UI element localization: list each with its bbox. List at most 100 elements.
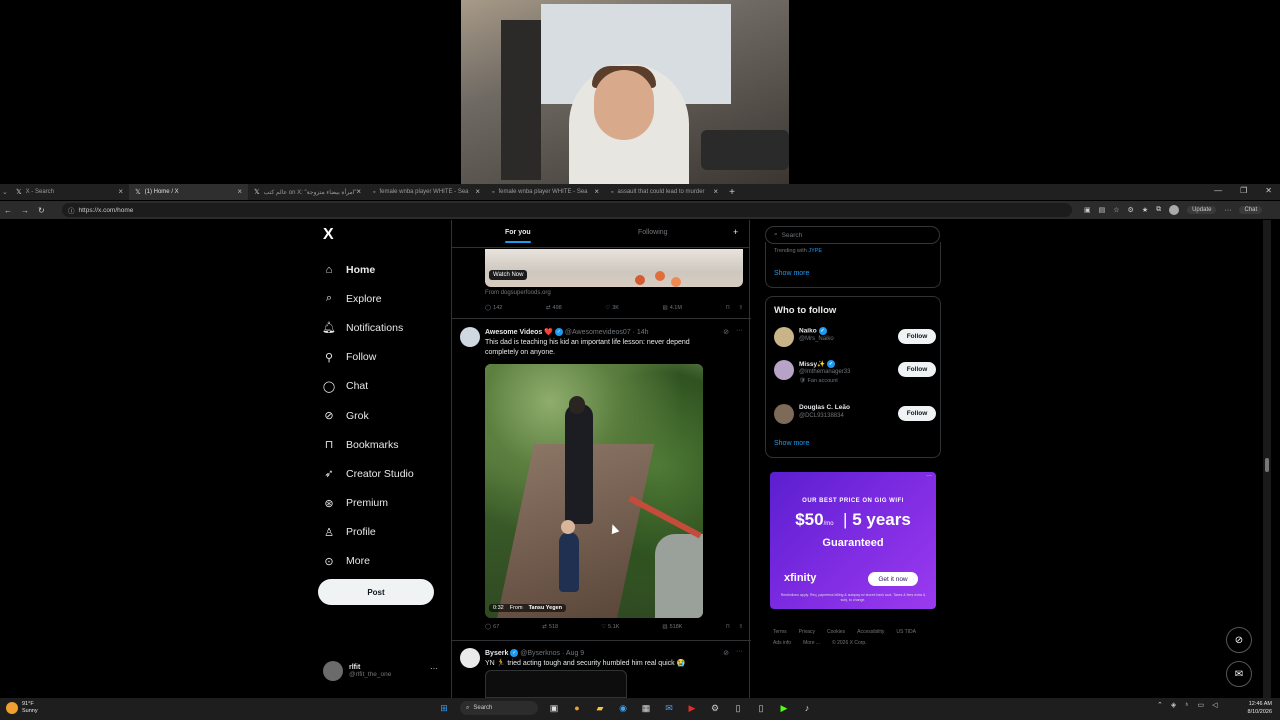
kick-app-icon[interactable]: ▶ (777, 701, 791, 715)
add-feed-icon[interactable]: + (733, 227, 738, 237)
tweet-author-name[interactable]: Byserk (485, 650, 508, 657)
ad-more-icon[interactable]: ··· (926, 473, 932, 479)
avatar[interactable] (774, 327, 794, 347)
nav-premium[interactable]: ⊛ Premium (322, 489, 414, 518)
footer-link[interactable]: Cookies (827, 627, 845, 638)
reload-icon[interactable]: ↻ (38, 206, 45, 215)
reading-icon[interactable]: ▤ (1099, 206, 1106, 214)
account-switcher[interactable]: rlfit @rlfit_the_one ··· (323, 661, 438, 681)
follow-button[interactable]: Follow (898, 329, 936, 344)
get-it-now-button[interactable]: Get it now (868, 572, 918, 586)
tweet-media[interactable] (485, 670, 627, 698)
bookmark-icon[interactable]: ⊓ (726, 305, 730, 311)
video-app-icon[interactable]: ▶ (685, 701, 699, 715)
menu-dots-icon[interactable]: ··· (1224, 207, 1231, 214)
taskbar-clock[interactable]: 12:46 AM 8/10/2026 (1234, 700, 1272, 716)
forward-icon[interactable]: → (21, 206, 29, 215)
tweet-handle-time[interactable]: @Byserknos · Aug 9 (520, 650, 584, 657)
tweet-video[interactable]: 0:32 From Tansu Yegen (485, 364, 703, 618)
restore-icon[interactable]: ❐ (1240, 186, 1247, 195)
footer-link[interactable]: US TIDA (896, 627, 916, 638)
more-dots-icon[interactable]: ··· (736, 648, 743, 655)
site-info-icon[interactable]: ⓘ (68, 205, 75, 215)
grok-explain-icon[interactable]: ⊘ (723, 328, 729, 336)
footer-link[interactable]: More ... (803, 638, 820, 649)
video-author[interactable]: Tansu Yegen (529, 605, 562, 611)
nav-bookmarks[interactable]: ⊓ Bookmarks (322, 430, 414, 459)
footer-link[interactable]: Privacy (799, 627, 815, 638)
close-tab-icon[interactable]: × (713, 187, 718, 196)
promo-media[interactable] (485, 249, 743, 287)
scrollbar-thumb[interactable] (1265, 458, 1269, 472)
avatar[interactable] (774, 404, 794, 424)
tab-following[interactable]: Following (638, 229, 668, 236)
x-logo-icon[interactable]: X (323, 226, 334, 244)
close-window-icon[interactable]: ✕ (1265, 186, 1272, 195)
reply-button[interactable]: ◯ 142 (485, 305, 502, 311)
favorites-icon[interactable]: ★ (1142, 206, 1148, 214)
like-button[interactable]: ♡ 3K (605, 305, 619, 311)
tiktok-icon[interactable]: ♪ (800, 701, 814, 715)
network-icon[interactable]: ▭ (1198, 701, 1205, 709)
volume-icon[interactable]: ◁ (1212, 701, 1217, 709)
tray-chevron-icon[interactable]: ⌃ (1157, 701, 1163, 709)
browser-tab[interactable]: 𝕏 X - Search × (10, 184, 129, 200)
tab-list-chevron-icon[interactable]: ⌄ (0, 188, 10, 196)
footer-link[interactable]: Accessibility (857, 627, 884, 638)
tab-for-you[interactable]: For you (505, 229, 531, 243)
show-more-link[interactable]: Show more (774, 270, 809, 277)
split-screen-icon[interactable]: ▣ (1084, 206, 1091, 214)
follow-suggestion[interactable]: Missy✨ ✓ @Imthemanager33 🛡 Fan account F… (774, 360, 936, 384)
file-explorer-icon[interactable]: ▰ (593, 701, 607, 715)
microphone-icon[interactable]: ♁ (1184, 701, 1189, 709)
copilot-chat-button[interactable]: Chat (1239, 206, 1263, 214)
app-icon[interactable]: ● (570, 701, 584, 715)
url-field[interactable]: ⓘ https://x.com/home (62, 203, 1072, 217)
nav-creator-studio[interactable]: ➶ Creator Studio (322, 459, 413, 488)
show-more-link[interactable]: Show more (774, 440, 809, 447)
settings-icon[interactable]: ⚙ (708, 701, 722, 715)
close-tab-icon[interactable]: × (356, 187, 361, 196)
windows-start-icon[interactable]: ⊞ (437, 701, 451, 715)
grok-float-icon[interactable]: ⊘ (1226, 627, 1252, 653)
trending-tag[interactable]: JYPE (808, 248, 822, 254)
footer-link[interactable]: Terms (773, 627, 787, 638)
footer-link[interactable]: Ads info (773, 638, 791, 649)
nav-notifications[interactable]: 🔔︎ Notifications (322, 313, 414, 342)
nav-home[interactable]: ⌂ Home (322, 255, 414, 284)
tray-app-icon[interactable]: ◈ (1171, 701, 1176, 709)
close-tab-icon[interactable]: × (475, 187, 480, 196)
browser-tab[interactable]: ◦ assault that could lead to murder × (605, 184, 724, 200)
bookmark-icon[interactable]: ⊓ (725, 624, 729, 630)
browser-tab[interactable]: ◦ female wnba player WHITE - Sea × (486, 184, 605, 200)
watch-now-button[interactable]: Watch Now (489, 270, 528, 280)
edge-browser-icon[interactable]: ◉ (616, 701, 630, 715)
profile-avatar[interactable] (1169, 205, 1180, 215)
collections-icon[interactable]: ⧉ (1156, 206, 1161, 214)
close-tab-icon[interactable]: × (594, 187, 599, 196)
promo-source[interactable]: From dogsuperfoods.org (485, 290, 551, 296)
taskbar-search[interactable]: ⌕ Search (460, 701, 538, 715)
grok-explain-icon[interactable]: ⊘ (723, 649, 729, 657)
avatar[interactable] (774, 360, 794, 380)
new-tab-icon[interactable]: + (724, 187, 740, 198)
like-button[interactable]: ♡ 5.1K (601, 624, 619, 630)
nav-follow[interactable]: ⚲ Follow (322, 343, 414, 372)
follow-suggestion[interactable]: Douglas C. Leão @DCL93138834 Follow (774, 404, 936, 428)
avatar[interactable] (460, 327, 480, 347)
repost-button[interactable]: ⇄ 498 (546, 305, 562, 311)
tweet[interactable]: Awesome Videos ❤️ ✓ @Awesomevideos07 · 1… (452, 318, 751, 640)
messages-float-icon[interactable]: ✉ (1226, 661, 1252, 687)
browser-tab[interactable]: ◦ female wnba player WHITE - Sea × (367, 184, 486, 200)
nav-grok[interactable]: ⊘ Grok (322, 401, 414, 430)
notes-icon[interactable]: ▯ (754, 701, 768, 715)
close-tab-icon[interactable]: × (237, 187, 242, 196)
mail-icon[interactable]: ✉ (662, 701, 676, 715)
share-icon[interactable]: ⇧ (738, 624, 743, 630)
xfinity-ad[interactable]: ··· OUR BEST PRICE ON GIG WIFI $50/mo | … (770, 472, 936, 609)
task-view-icon[interactable]: ▣ (547, 701, 561, 715)
nav-chat[interactable]: ◯ Chat (322, 372, 414, 401)
document-icon[interactable]: ▯ (731, 701, 745, 715)
weather-widget[interactable]: 91°F Sunny (6, 701, 38, 715)
store-icon[interactable]: ▦ (639, 701, 653, 715)
